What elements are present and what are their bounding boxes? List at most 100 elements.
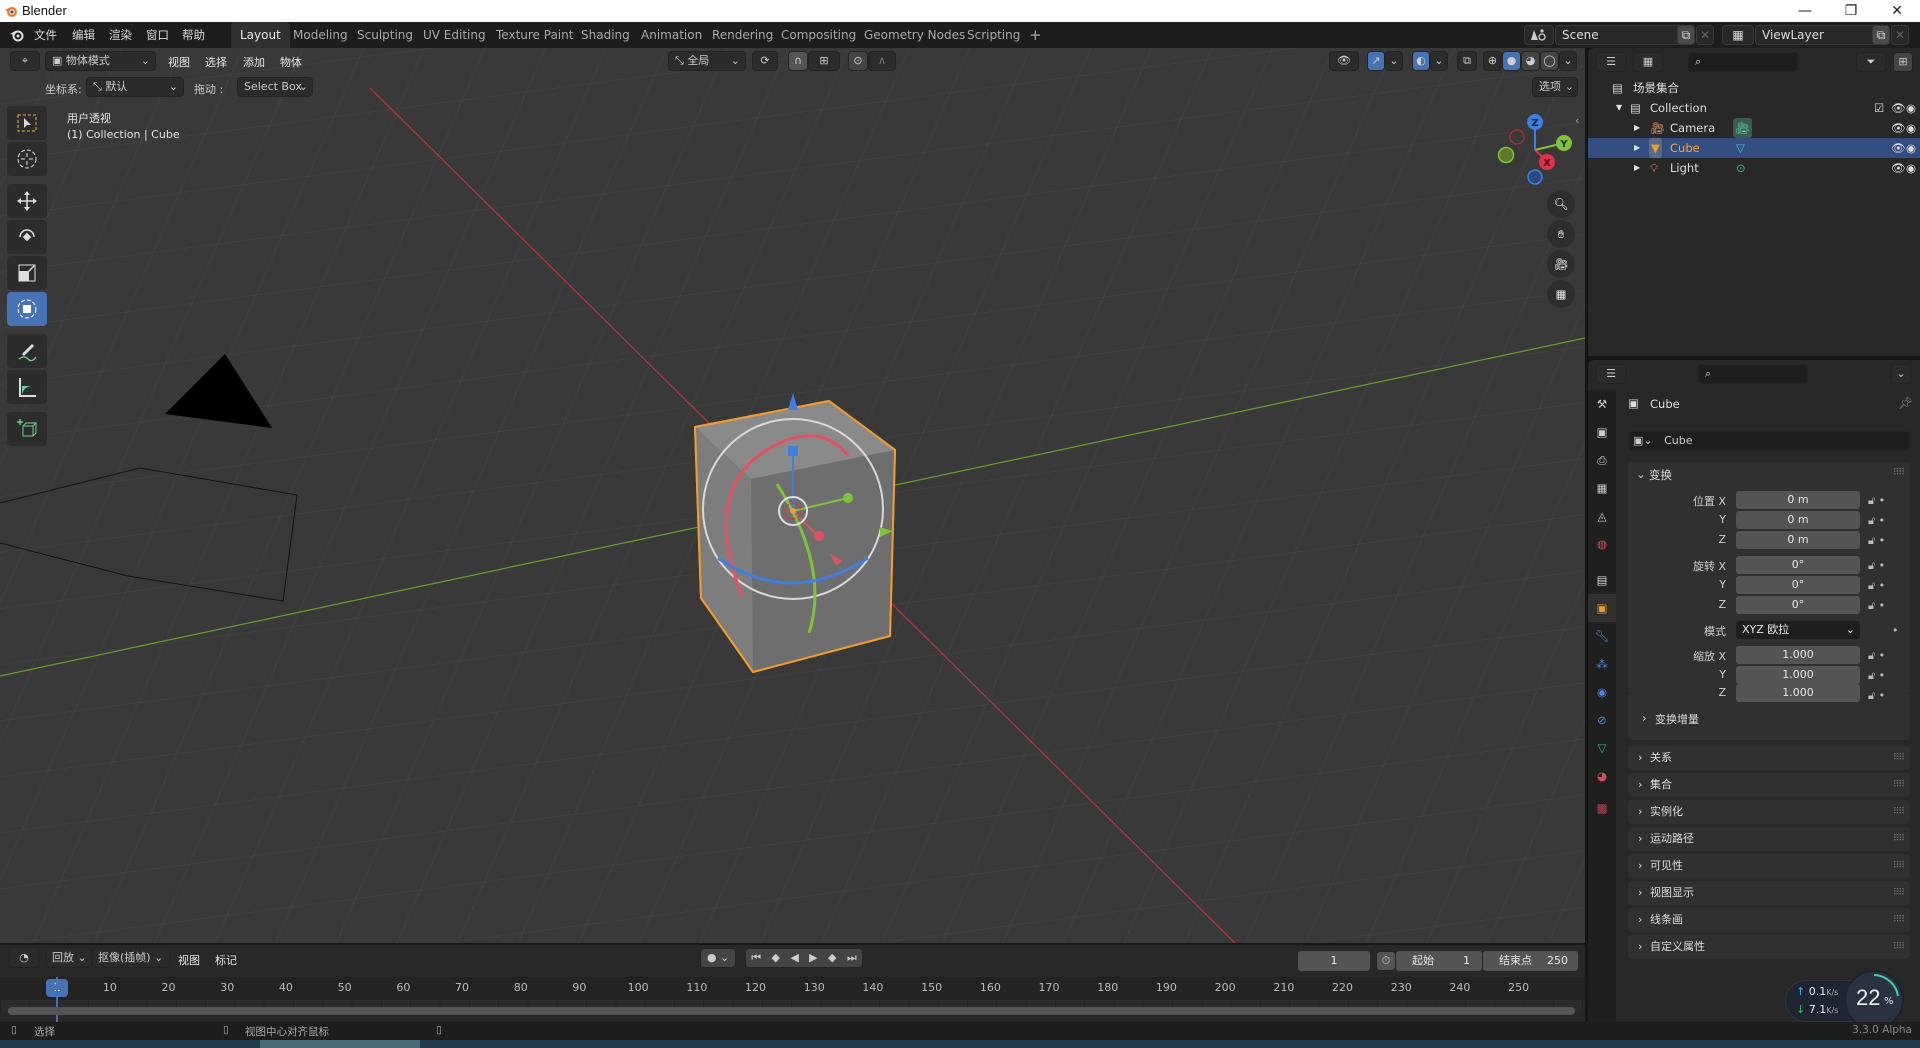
render-camera-icon[interactable]: ◉	[1906, 138, 1916, 158]
light-data-icon[interactable]: ⊙	[1736, 158, 1746, 178]
scale-y-field[interactable]: 1.000	[1736, 666, 1860, 684]
tab-sculpting[interactable]: Sculpting	[348, 22, 422, 48]
tab-rendering[interactable]: Rendering	[703, 22, 782, 48]
pan-view-button[interactable]: ✋︎	[1547, 220, 1575, 248]
expand-arrow-icon[interactable]: ▶	[1634, 158, 1640, 178]
eye-icon[interactable]: 👁︎	[1891, 138, 1906, 158]
tab-uv-editing[interactable]: UV Editing	[414, 22, 495, 48]
overlay-toggle[interactable]: ◐	[1412, 51, 1430, 71]
object-datablock-field[interactable]: ▣⌄ Cube	[1628, 431, 1910, 451]
location-z-field[interactable]: 0 m	[1736, 531, 1860, 549]
shading-wireframe[interactable]: ⊕	[1483, 51, 1502, 71]
collapse-chevron-icon[interactable]: ⌄	[1636, 467, 1646, 481]
falloff-dropdown[interactable]: ∧	[868, 51, 896, 71]
tool-select-box[interactable]	[7, 106, 47, 140]
rotation-z-field[interactable]: 0°	[1736, 596, 1860, 614]
zoom-view-button[interactable]: 🔍︎	[1547, 190, 1575, 218]
pivot-point-dropdown[interactable]: ⟳	[752, 51, 778, 71]
menu-file[interactable]: 文件	[34, 27, 57, 43]
taskbar-active-app[interactable]	[260, 1040, 420, 1048]
lock-scale-y[interactable]: 🔓︎ •	[1868, 666, 1899, 686]
sidebar-toggle-icon[interactable]: ‹	[1575, 114, 1579, 127]
shading-dropdown[interactable]: ⌄	[1559, 51, 1577, 71]
expand-arrow-icon[interactable]: ▶	[1634, 118, 1640, 138]
drag-handle-icon[interactable]: ⠿⠿	[1893, 827, 1905, 851]
tab-constraints[interactable]: ⊘	[1588, 706, 1616, 734]
visibility-dropdown[interactable]: 👁	[1329, 51, 1359, 71]
drag-handle-icon[interactable]: ⠿⠿	[1893, 908, 1905, 932]
jump-end-icon[interactable]: ⏭	[847, 949, 857, 967]
tab-compositing[interactable]: Compositing	[772, 22, 865, 48]
lock-rotation-z[interactable]: 🔓︎ •	[1868, 596, 1899, 616]
menu-edit[interactable]: 编辑	[72, 27, 95, 43]
filter-dropdown[interactable]: ⏷	[1856, 52, 1886, 72]
lock-rotation-y[interactable]: 🔓︎ •	[1868, 576, 1899, 596]
tab-particles[interactable]: ⁂	[1588, 650, 1616, 678]
editor-type-button[interactable]: ⌖	[10, 51, 40, 71]
overlay-dropdown[interactable]: ⌄	[1430, 51, 1448, 71]
location-y-field[interactable]: 0 m	[1736, 511, 1860, 529]
outliner-editor-type[interactable]: ☰	[1596, 52, 1626, 72]
properties-search-input[interactable]: ⌕	[1698, 364, 1808, 384]
panel-collections[interactable]: › 集合 ⠿⠿	[1628, 773, 1910, 797]
keyframe-mode[interactable]: •	[1868, 621, 1899, 641]
display-mode-dropdown[interactable]: ▦	[1633, 52, 1663, 72]
pin-icon[interactable]: 📌︎	[1898, 396, 1913, 410]
delete-view-layer-button[interactable]: ✕	[1891, 25, 1909, 45]
lock-location-z[interactable]: 🔓︎ •	[1868, 531, 1899, 551]
location-x-field[interactable]: 0 m	[1736, 491, 1860, 509]
timeline-menu-view[interactable]: 视图	[178, 952, 200, 968]
tab-texture[interactable]: ▩	[1588, 794, 1616, 822]
lock-scale-x[interactable]: 🔓︎ •	[1868, 646, 1899, 666]
scene-name-field[interactable]: Scene ✎	[1555, 25, 1695, 45]
play-icon[interactable]: ▶	[809, 949, 817, 967]
preview-range-toggle[interactable]: ⏱	[1376, 951, 1396, 971]
drag-handle-icon[interactable]: ⠿⠿	[1893, 746, 1905, 770]
tab-modeling[interactable]: Modeling	[284, 22, 357, 48]
transform-orientation-dropdown[interactable]: ⤡ 全局 ⌄	[668, 51, 746, 71]
snap-toggle[interactable]: ∩	[788, 51, 808, 71]
outliner-item-light[interactable]: ▶ 💡︎ Light ⊙ 👁︎ ◉	[1588, 158, 1920, 178]
rotation-mode-dropdown[interactable]: XYZ 欧拉 ⌄	[1736, 621, 1860, 639]
drag-handle-icon[interactable]: ⠿⠿	[1893, 800, 1905, 824]
tab-texture-paint[interactable]: Texture Paint	[487, 22, 582, 48]
view-layer-name-field[interactable]: ViewLayer	[1755, 25, 1881, 45]
tab-output[interactable]: ⎙	[1588, 446, 1616, 474]
new-collection-button[interactable]: ⊞	[1893, 52, 1913, 72]
rotation-y-field[interactable]: 0°	[1736, 576, 1860, 594]
cpu-usage-gauge[interactable]: 22 %	[1844, 970, 1904, 1030]
tab-tool[interactable]: ⚒	[1588, 390, 1616, 418]
view-layer-selector-button[interactable]: ▦	[1722, 25, 1754, 45]
tool-transform[interactable]	[7, 292, 47, 326]
tool-scale[interactable]	[7, 256, 47, 290]
end-frame-field[interactable]: 结束点 250	[1483, 951, 1578, 971]
expand-chevron-icon[interactable]: ›	[1642, 711, 1647, 725]
mesh-data-icon[interactable]: ▽	[1736, 138, 1745, 158]
lock-rotation-x[interactable]: 🔓︎ •	[1868, 556, 1899, 576]
playback-dropdown[interactable]: 回放 ⌄	[46, 948, 92, 968]
tab-shading[interactable]: Shading	[572, 22, 639, 48]
tab-material[interactable]: ◕	[1588, 762, 1616, 790]
lock-location-y[interactable]: 🔓︎ •	[1868, 511, 1899, 531]
tab-object-data[interactable]: ▽	[1588, 734, 1616, 762]
tab-animation[interactable]: Animation	[632, 22, 711, 48]
properties-editor-type[interactable]: ☰	[1596, 364, 1626, 384]
playhead-line[interactable]	[56, 977, 58, 1022]
tab-scripting[interactable]: Scripting	[958, 22, 1029, 48]
neg-y-axis-dot[interactable]	[1497, 146, 1515, 164]
tool-measure[interactable]	[7, 370, 47, 404]
options-dropdown[interactable]: 选项 ⌄	[1532, 77, 1578, 97]
menu-select[interactable]: 选择	[205, 54, 227, 70]
current-frame-field[interactable]: 1	[1298, 951, 1370, 971]
camera-view-button[interactable]: 🎥︎	[1547, 250, 1575, 278]
neg-x-axis-dot[interactable]	[1509, 129, 1525, 145]
lock-location-x[interactable]: 🔓︎ •	[1868, 491, 1899, 511]
eye-icon[interactable]: 👁︎	[1891, 98, 1906, 118]
eye-icon[interactable]: 👁︎	[1891, 158, 1906, 178]
camera-data-icon[interactable]: 🎥︎	[1733, 118, 1752, 138]
drag-handle-icon[interactable]: ⠿⠿	[1893, 773, 1905, 797]
gizmo-toggle[interactable]: ↗	[1367, 51, 1385, 71]
tool-move[interactable]	[7, 184, 47, 218]
next-keyframe-icon[interactable]: ◆	[828, 949, 836, 967]
new-scene-button[interactable]: ⧉	[1677, 25, 1695, 45]
